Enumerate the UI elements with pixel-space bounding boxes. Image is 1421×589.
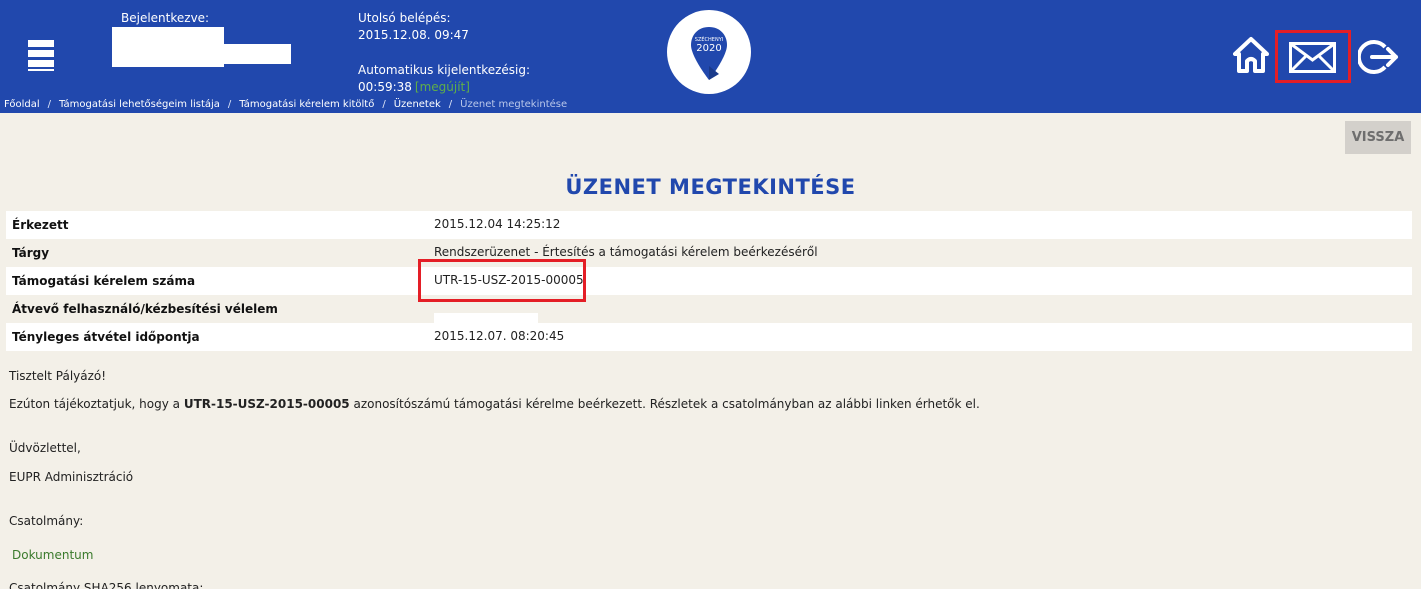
logo-pin-icon[interactable]: SZÉCHENYI 2020 xyxy=(667,10,751,94)
home-icon[interactable] xyxy=(1233,36,1269,74)
info-row-recipient: Átvevő felhasználó/kézbesítési vélelem xyxy=(6,295,1412,323)
message-application-id: UTR-15-USZ-2015-00005 xyxy=(183,397,350,411)
application-number-highlight-box xyxy=(418,259,586,302)
attachment-link[interactable]: Dokumentum xyxy=(12,548,93,562)
menu-icon[interactable] xyxy=(28,40,54,72)
breadcrumb-item-current: Üzenet megtekintése xyxy=(460,99,568,110)
redacted-username-2 xyxy=(200,44,291,64)
breadcrumb-item-messages[interactable]: Üzenetek xyxy=(394,99,441,110)
logout-icon[interactable] xyxy=(1358,37,1400,77)
info-value: Rendszerüzenet - Értesítés a támogatási … xyxy=(434,245,818,259)
info-row-actual-receipt: Tényleges átvétel időpontja 2015.12.07. … xyxy=(6,323,1412,351)
breadcrumb: Főoldal / Támogatási lehetőségeim listája /… xyxy=(0,97,1421,113)
message-text-before: Ezúton tájékoztatjuk, hogy a xyxy=(9,397,184,411)
info-label: Tárgy xyxy=(12,246,50,260)
attachment-hash-label: Csatolmány SHA256 lenyomata: xyxy=(9,581,204,589)
logo-text: SZÉCHENYI xyxy=(695,35,723,43)
message-greeting: Tisztelt Pályázó! xyxy=(9,369,107,383)
info-row-received: Érkezett 2015.12.04 14:25:12 xyxy=(6,211,1412,239)
info-row-subject: Tárgy Rendszerüzenet - Értesítés a támog… xyxy=(6,239,1412,267)
redacted-recipient xyxy=(434,313,538,323)
header: Bejelentkezve: Utolsó belépés: 2015.12.0… xyxy=(0,0,1421,97)
info-label: Érkezett xyxy=(12,218,69,232)
info-label: Tényleges átvétel időpontja xyxy=(12,330,200,344)
last-login-label: Utolsó belépés: xyxy=(358,11,451,25)
breadcrumb-item-application-form[interactable]: Támogatási kérelem kitöltő xyxy=(239,99,374,110)
attachment-label: Csatolmány: xyxy=(9,514,84,528)
renew-session-link[interactable]: [megújít] xyxy=(415,80,470,94)
info-label: Támogatási kérelem száma xyxy=(12,274,196,288)
breadcrumb-item-home[interactable]: Főoldal xyxy=(4,99,40,110)
back-button[interactable]: VISSZA xyxy=(1345,121,1411,154)
info-label: Átvevő felhasználó/kézbesítési vélelem xyxy=(12,302,278,316)
last-login-value: 2015.12.08. 09:47 xyxy=(358,28,469,42)
logged-in-label: Bejelentkezve: xyxy=(121,11,210,25)
message-text-after: azonosítószámú támogatási kérelme beérke… xyxy=(349,397,980,411)
auto-logout-label: Automatikus kijelentkezésig: xyxy=(358,63,531,77)
info-row-application-number: Támogatási kérelem száma UTR-15-USZ-2015… xyxy=(6,267,1412,295)
page-title: ÜZENET MEGTEKINTÉSE xyxy=(565,175,856,199)
message-signature: EUPR Adminisztráció xyxy=(9,470,134,484)
breadcrumb-item-opportunities[interactable]: Támogatási lehetőségeim listája xyxy=(59,99,220,110)
message-closing: Üdvözlettel, xyxy=(9,441,81,455)
mail-icon[interactable] xyxy=(1289,42,1336,73)
info-value: 2015.12.07. 08:20:45 xyxy=(434,329,565,343)
auto-logout-timer: 00:59:38 [megújít] xyxy=(358,80,470,94)
message-info-table: Érkezett 2015.12.04 14:25:12 Tárgy Rends… xyxy=(6,211,1412,351)
logo-year: 2020 xyxy=(696,43,721,54)
auto-logout-value: 00:59:38 xyxy=(358,80,412,94)
message-text: Ezúton tájékoztatjuk, hogy a UTR-15-USZ-… xyxy=(9,397,980,411)
info-value: 2015.12.04 14:25:12 xyxy=(434,217,561,231)
